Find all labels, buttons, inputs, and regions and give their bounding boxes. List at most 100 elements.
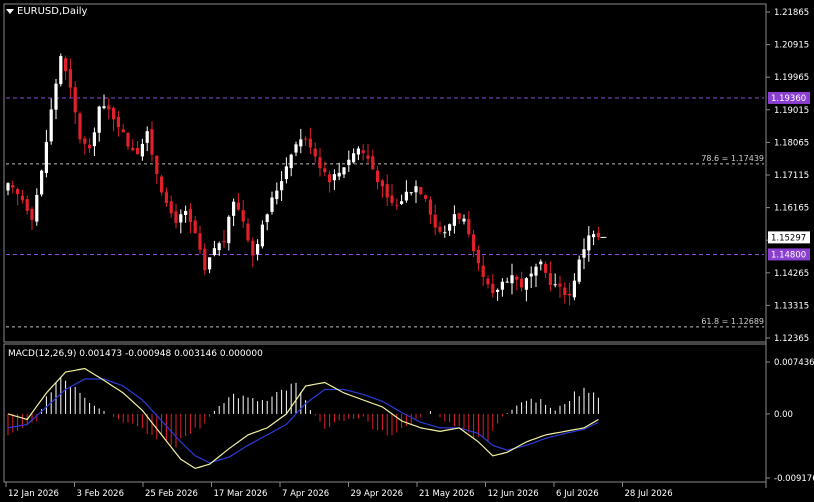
candle-body	[217, 243, 221, 251]
time-tick-label: 3 Feb 2026	[77, 489, 125, 499]
time-tick-label: 29 Apr 2026	[351, 489, 404, 499]
candle-body	[390, 195, 394, 203]
level-price-label: 1.14800	[771, 250, 806, 260]
candle-body	[510, 275, 514, 284]
candle-body	[16, 188, 20, 195]
candle-body	[198, 233, 202, 250]
candle-body	[174, 211, 178, 224]
candle-body	[520, 278, 524, 288]
chart-canvas[interactable]: 78.6 = 1.17439 61.8 = 1.12689 1.21865 1.20…	[0, 0, 814, 502]
candle-body	[457, 213, 461, 220]
price-tick-label: 1.19015	[774, 106, 809, 116]
candle-body	[299, 139, 303, 147]
candle-body	[155, 155, 159, 175]
candle-body	[438, 226, 442, 232]
candle-body	[212, 248, 216, 256]
candle-body	[97, 106, 101, 133]
candle-body	[121, 129, 125, 133]
candle-body	[160, 176, 164, 193]
candle-body	[409, 192, 413, 194]
macd-tick-label: 0.007436	[774, 358, 814, 368]
candle-body	[289, 154, 293, 169]
candle-body	[347, 159, 351, 166]
candle-body	[505, 281, 509, 283]
candle-body	[376, 170, 380, 183]
candle-body	[126, 132, 130, 147]
macd-indicator: 0.007436 0.00 -0.009176	[7, 358, 814, 484]
time-axis: 12 Jan 2026 3 Feb 2026 25 Feb 2026 17 Mar 2…	[5, 482, 673, 499]
candle-body	[164, 192, 168, 204]
candle-body	[342, 167, 346, 175]
candle-body	[236, 202, 240, 210]
macd-main-line	[7, 367, 599, 470]
candle-body	[102, 106, 106, 109]
candle-body	[472, 234, 476, 252]
macd-pane-frame	[3, 343, 767, 483]
candle-body	[308, 138, 312, 148]
candle-body	[563, 287, 567, 296]
candle-body	[424, 195, 428, 199]
candle-body	[577, 259, 581, 282]
candle-body	[193, 220, 197, 234]
candle-body	[356, 148, 360, 155]
fibonacci-level-label: 61.8 = 1.12689	[701, 317, 764, 326]
horizontal-levels: 78.6 = 1.17439 61.8 = 1.12689	[6, 97, 764, 328]
candle-body	[140, 143, 144, 157]
candle-body	[241, 210, 245, 222]
candle-body	[92, 132, 96, 147]
candle-body	[534, 266, 538, 276]
candle-body	[467, 219, 471, 235]
candle-body	[371, 156, 375, 170]
dropdown-triangle-icon[interactable]	[6, 9, 14, 14]
candle-body	[150, 129, 154, 155]
macd-tick-label: -0.009176	[774, 474, 814, 484]
candle-body	[544, 263, 548, 273]
time-tick-label: 12 Jun 2026	[488, 489, 539, 499]
candle-body	[328, 174, 332, 183]
price-tick-label: 1.12365	[774, 334, 809, 344]
candle-body	[20, 195, 24, 201]
candle-body	[25, 199, 29, 211]
candle-body	[54, 83, 58, 110]
candle-body	[558, 283, 562, 287]
time-tick-label: 6 Jul 2026	[556, 489, 599, 499]
candle-body	[294, 144, 298, 153]
price-pane-frame	[3, 3, 767, 343]
candle-body	[30, 208, 34, 220]
candle-body	[491, 283, 495, 294]
candle-body	[11, 184, 15, 188]
candle-body	[462, 218, 466, 222]
price-axis: 1.21865 1.20915 1.19965 1.19015 1.18065 1.171…	[766, 8, 810, 344]
candle-body	[433, 214, 437, 228]
candle-body	[366, 155, 370, 159]
candle-body	[40, 170, 44, 195]
time-tick-label: 17 Mar 2026	[214, 489, 268, 499]
candle-body	[83, 138, 87, 144]
candle-body	[587, 235, 591, 251]
candle-body	[582, 249, 586, 258]
candle-body	[73, 87, 77, 113]
candle-body	[548, 273, 552, 286]
price-tick-label: 1.20915	[774, 41, 809, 51]
candle-body	[452, 214, 456, 226]
candle-body	[112, 107, 116, 120]
candle-body	[44, 141, 48, 174]
candle-body	[304, 138, 308, 140]
candle-body	[227, 216, 231, 244]
trading-chart-window[interactable]: 78.6 = 1.17439 61.8 = 1.12689 1.21865 1.20…	[0, 0, 814, 502]
candle-body	[6, 183, 10, 191]
candle-body	[203, 248, 207, 271]
candle-body	[361, 150, 365, 154]
candle-body	[313, 148, 317, 157]
candle-body	[256, 244, 260, 255]
time-tick-label: 12 Jan 2026	[8, 489, 59, 499]
symbol-header[interactable]: EURUSD,Daily	[6, 6, 87, 17]
price-tick-label: 1.21865	[774, 8, 809, 18]
candle-body	[539, 261, 543, 265]
candle-body	[136, 147, 140, 155]
candle-body	[49, 109, 53, 142]
candle-body	[481, 265, 485, 277]
candle-body	[596, 232, 600, 238]
candle-body	[332, 174, 336, 181]
price-tick-label: 1.13315	[774, 301, 809, 311]
